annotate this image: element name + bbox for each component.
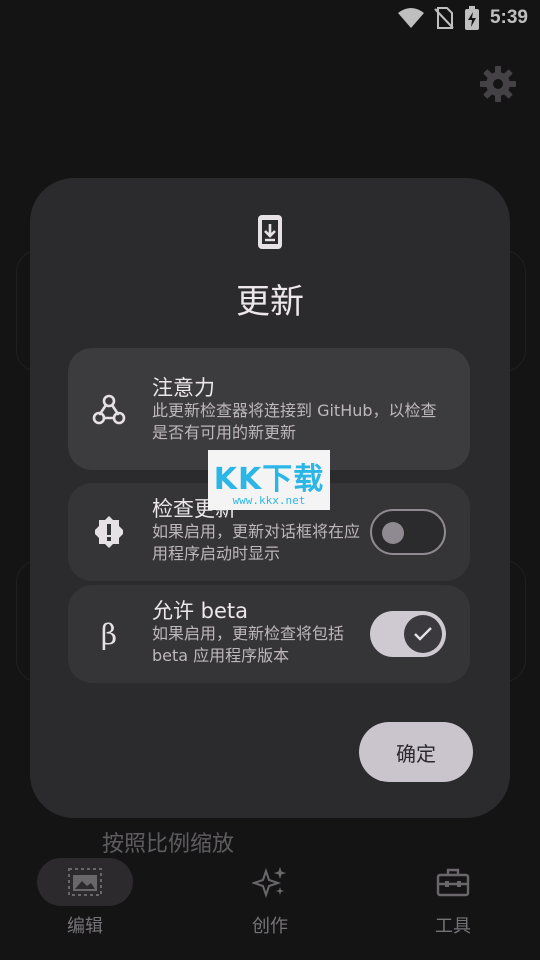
allow-beta-title: 允许 beta: [152, 599, 249, 623]
check-updates-switch[interactable]: [370, 509, 446, 555]
alert-badge-icon: [92, 515, 126, 549]
allow-beta-switch[interactable]: [370, 611, 446, 657]
dialog-title: 更新: [236, 282, 304, 322]
notice-description: 此更新检查器将连接到 GitHub，以检查是否有可用的新更新: [152, 401, 437, 442]
watermark-logo: KK下载 www.kkx.net: [208, 450, 330, 510]
allow-beta-row[interactable]: β 允许 beta 如果启用，更新检查将包括 beta 应用程序版本: [68, 585, 470, 683]
phone-download-icon: [258, 215, 282, 249]
allow-beta-description: 如果启用，更新检查将包括 beta 应用程序版本: [152, 624, 345, 665]
watermark-url: www.kkx.net: [232, 494, 306, 507]
check-updates-description: 如果启用，更新对话框将在应用程序启动时显示: [152, 522, 361, 563]
webhook-icon: [92, 392, 126, 426]
confirm-button[interactable]: 确定: [359, 722, 473, 782]
beta-icon: β: [100, 617, 118, 651]
notice-title: 注意力: [152, 376, 215, 400]
watermark-text: KK下载: [213, 462, 325, 497]
check-icon: [414, 627, 432, 641]
